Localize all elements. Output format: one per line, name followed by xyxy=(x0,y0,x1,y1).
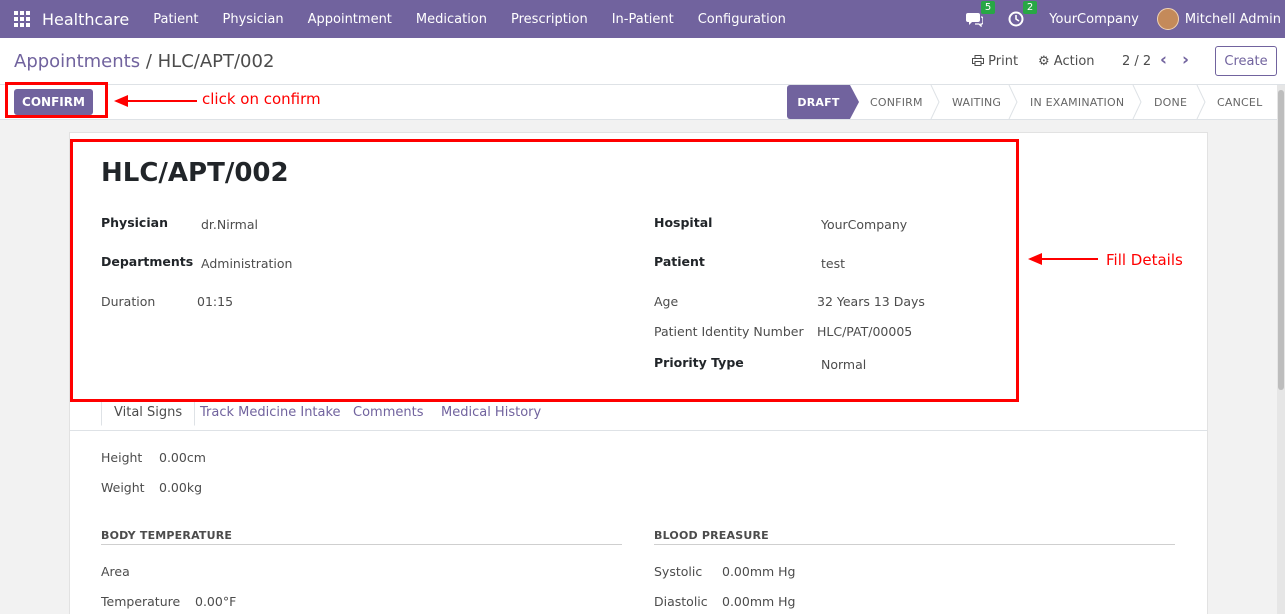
tab-vital-signs[interactable]: Vital Signs xyxy=(101,399,196,426)
create-button[interactable]: Create xyxy=(1215,46,1277,76)
menu-configuration[interactable]: Configuration xyxy=(686,12,798,27)
user-avatar[interactable] xyxy=(1156,8,1179,30)
details-annotation-text: Fill Details xyxy=(1106,251,1183,269)
scrollbar-thumb[interactable] xyxy=(1278,90,1284,390)
stage-cancel[interactable]: CANCEL xyxy=(1217,85,1262,119)
activities-clock-icon[interactable]: 2 xyxy=(1007,1,1038,28)
temperature-label: Temperature xyxy=(101,594,181,609)
stage-separator xyxy=(1132,85,1142,119)
stage-separator xyxy=(1008,85,1018,119)
tab-medical-history[interactable]: Medical History xyxy=(441,405,541,420)
messages-icon[interactable]: 5 xyxy=(965,1,996,28)
breadcrumb-current: HLC/APT/002 xyxy=(157,51,275,72)
weight-field[interactable]: 0.00kg xyxy=(159,480,202,495)
systolic-field[interactable]: 0.00mm Hg xyxy=(722,564,796,579)
details-arrow-line xyxy=(1040,258,1098,260)
breadcrumb: Appointments / HLC/APT/002 xyxy=(14,51,274,72)
tab-track-medicine-intake[interactable]: Track Medicine Intake xyxy=(200,405,341,420)
height-label: Height xyxy=(101,450,143,465)
body-temperature-title: BODY TEMPERATURE xyxy=(101,529,233,542)
stage-separator xyxy=(930,85,940,119)
user-menu[interactable]: Mitchell Admin xyxy=(1185,12,1281,27)
confirm-annotation-text: click on confirm xyxy=(202,90,321,108)
print-label: Print xyxy=(988,54,1019,69)
activities-count-badge: 2 xyxy=(1022,1,1038,14)
details-highlight-box xyxy=(70,139,1019,402)
messages-count-badge: 5 xyxy=(980,1,996,14)
menu-patient[interactable]: Patient xyxy=(141,12,210,27)
print-button[interactable]: Print xyxy=(972,54,1018,69)
height-field[interactable]: 0.00cm xyxy=(159,450,206,465)
page-scrollbar[interactable] xyxy=(1277,85,1285,614)
diastolic-field[interactable]: 0.00mm Hg xyxy=(722,594,796,609)
chevron-right-icon[interactable]: › xyxy=(1182,50,1189,70)
company-switcher[interactable]: YourCompany xyxy=(1049,12,1139,27)
systolic-label: Systolic xyxy=(654,564,703,579)
breadcrumb-parent[interactable]: Appointments xyxy=(14,51,140,72)
body-temperature-divider xyxy=(101,544,622,545)
diastolic-label: Diastolic xyxy=(654,594,708,609)
menu-in-patient[interactable]: In-Patient xyxy=(600,12,686,27)
apps-menu-icon[interactable] xyxy=(14,11,30,27)
stage-waiting[interactable]: WAITING xyxy=(952,85,1001,119)
printer-icon xyxy=(972,55,984,66)
menu-prescription[interactable]: Prescription xyxy=(499,12,600,27)
stage-draft-arrow xyxy=(850,85,859,119)
menu-appointment[interactable]: Appointment xyxy=(296,12,404,27)
menu-medication[interactable]: Medication xyxy=(404,12,499,27)
stage-draft[interactable]: DRAFT xyxy=(787,85,850,119)
confirm-arrow-line xyxy=(126,100,197,102)
stage-in-examination[interactable]: IN EXAMINATION xyxy=(1030,85,1124,119)
confirm-highlight-box xyxy=(5,82,108,118)
tabs-divider xyxy=(70,430,1207,431)
pager-value[interactable]: 2 / 2 xyxy=(1122,54,1151,69)
blood-pressure-title: BLOOD PREASURE xyxy=(654,529,769,542)
action-label: Action xyxy=(1053,54,1095,69)
chevron-left-icon[interactable]: ‹ xyxy=(1160,50,1167,70)
gear-icon: ⚙ xyxy=(1038,54,1050,69)
stage-confirm[interactable]: CONFIRM xyxy=(870,85,923,119)
menu-physician[interactable]: Physician xyxy=(210,12,295,27)
control-panel: Appointments / HLC/APT/002 Print ⚙ Actio… xyxy=(0,38,1285,85)
status-bar: CONFIRM DRAFT CONFIRM WAITING IN EXAMINA… xyxy=(0,85,1285,120)
app-brand[interactable]: Healthcare xyxy=(42,10,129,29)
area-label: Area xyxy=(101,564,130,579)
temperature-field[interactable]: 0.00°F xyxy=(195,594,236,609)
top-navbar: Healthcare Patient Physician Appointment… xyxy=(0,0,1285,38)
stage-separator xyxy=(1196,85,1206,119)
breadcrumb-separator: / xyxy=(140,51,158,72)
weight-label: Weight xyxy=(101,480,145,495)
tab-comments[interactable]: Comments xyxy=(353,405,423,420)
blood-pressure-divider xyxy=(654,544,1175,545)
stage-done[interactable]: DONE xyxy=(1154,85,1187,119)
action-button[interactable]: ⚙ Action xyxy=(1038,54,1095,69)
